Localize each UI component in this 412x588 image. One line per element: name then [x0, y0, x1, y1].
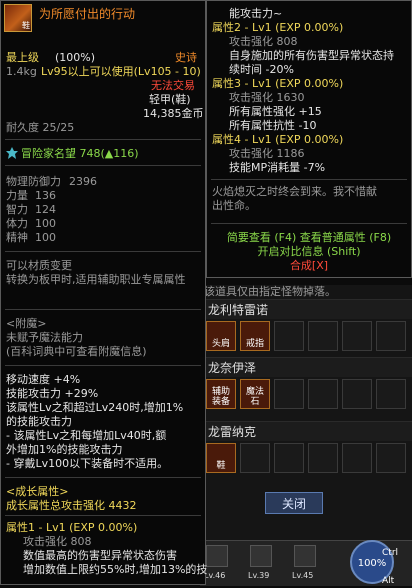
empty-slot[interactable] [376, 443, 406, 473]
divider [5, 365, 201, 366]
equipment-slot[interactable]: 魔法石 [240, 379, 270, 409]
set-name: 龙奈伊泽 [200, 357, 412, 377]
stat-value: 100 [35, 217, 56, 230]
effect-line: 的技能攻击力 [6, 415, 72, 428]
empty-slot[interactable] [308, 321, 338, 351]
divider [5, 139, 201, 140]
stat-name: 体力 [6, 217, 28, 230]
hotkey-hint: 开启对比信息 (Shift) [257, 245, 361, 258]
enchant-text: (百科词典中可查看附魔信息) [6, 345, 147, 358]
empty-slot[interactable] [342, 443, 372, 473]
fame-icon [6, 147, 18, 159]
divider [5, 309, 201, 310]
attr4-atk: 攻击强化 1186 [229, 147, 305, 160]
empty-slot[interactable] [308, 443, 338, 473]
growth-attr1-atk: 攻击强化 808 [23, 535, 92, 548]
effect-line: 技能攻击力 +29% [6, 387, 99, 400]
item-level-pct: (100%) [55, 51, 96, 64]
empty-slot[interactable] [274, 443, 304, 473]
flavor-text: 出性命。 [212, 199, 256, 212]
skill-slot[interactable] [250, 545, 272, 567]
growth-total: 成长属性总攻击强化 4432 [6, 499, 137, 512]
empty-slot[interactable] [376, 321, 406, 351]
divider [5, 165, 201, 166]
attr4-desc: 技能MP消耗量 -7% [229, 161, 326, 174]
empty-slot[interactable] [342, 379, 372, 409]
empty-slot[interactable] [342, 321, 372, 351]
attr3-title: 属性3 - Lv1 (EXP 0.00%) [212, 77, 344, 90]
item-type: 轻甲(鞋) [149, 93, 191, 106]
drop-note: 该道具仅由指定怪物掉落。 [204, 285, 336, 298]
empty-slot[interactable] [274, 321, 304, 351]
durability: 耐久度 25/25 [6, 121, 75, 134]
attr2-atk: 攻击强化 808 [229, 35, 298, 48]
alt-key-label: Alt [382, 576, 395, 586]
equipment-slot[interactable]: 鞋 [206, 443, 236, 473]
attr2-title: 属性2 - Lv1 (EXP 0.00%) [212, 21, 344, 34]
stat-value: 2396 [69, 175, 97, 188]
empty-slot[interactable] [240, 443, 270, 473]
attr2-desc: 续时间 -20% [229, 63, 294, 76]
attr4-title: 属性4 - Lv1 (EXP 0.00%) [212, 133, 344, 146]
growth-header: <成长属性> [6, 485, 69, 498]
untradeable-tag: 无法交易 [151, 79, 195, 92]
item-requirement: Lv95以上可以使用(Lv105 - 10) [41, 65, 201, 78]
item-price: 14,385金币 [143, 107, 204, 120]
effect-line: - 穿戴Lv100以下装备时不适用。 [6, 457, 169, 470]
attr2-desc: 自身施加的所有伤害型异常状态持 [229, 49, 394, 62]
compare-tooltip: 能攻击力~ 属性2 - Lv1 (EXP 0.00%) 攻击强化 808 自身施… [206, 0, 412, 278]
convertible-note: 可以材质变更 [6, 259, 72, 272]
convert-desc: 转换为板甲时,适用辅助职业专属属性 [6, 273, 186, 286]
item-level: 最上级 [6, 51, 39, 64]
attr3-atk: 攻击强化 1630 [229, 91, 305, 104]
empty-slot[interactable] [308, 379, 338, 409]
stat-value: 124 [35, 203, 56, 216]
growth-attr1-desc: 数值最高的伤害型异常状态伤害 [23, 549, 177, 562]
effect-line: 外增加1%的技能攻击力 [6, 443, 123, 456]
effect-line: 移动速度 +4% [6, 373, 81, 386]
set-name: 龙利特雷诺 [200, 299, 412, 319]
stat-name: 力量 [6, 189, 28, 202]
stat-name: 物理防御力 [6, 175, 61, 188]
divider [211, 179, 407, 180]
item-grade: 史诗 [175, 51, 197, 64]
growth-attr1-title: 属性1 - Lv1 (EXP 0.00%) [6, 521, 138, 534]
combine-hint: 合成[X] [289, 259, 329, 272]
enchant-header: <附魔> [6, 317, 47, 330]
boots-icon: 鞋 [4, 4, 32, 32]
equipment-slot[interactable]: 辅助装备 [206, 379, 236, 409]
divider [211, 223, 407, 224]
enchant-text: 未赋予魔法能力 [6, 331, 83, 344]
hotkey-hint: 简要查看 (F4) 查看普通属性 (F8) [226, 231, 392, 244]
item-name: 为所愿付出的行动 [39, 7, 136, 21]
skill-slot[interactable] [206, 545, 228, 567]
flavor-text: 火焰熄灭之时终会到来。我不惜献 [212, 185, 377, 198]
adventurer-fame: 冒险家名望 748(▲116) [21, 147, 139, 160]
divider [5, 477, 201, 478]
stat-value: 136 [35, 189, 56, 202]
stat-name: 精神 [6, 231, 28, 244]
attr3-desc: 所有属性抗性 -10 [229, 119, 317, 132]
divider [5, 251, 201, 252]
effect-line: - 该属性Lv之和每增加Lv40时,额 [6, 429, 167, 442]
growth-attr1-desc: 增加数值上限约55%时,增加13%的技 [23, 563, 208, 576]
equipment-slot[interactable]: 头肩 [206, 321, 236, 351]
empty-slot[interactable] [376, 379, 406, 409]
set-name: 龙雷纳克 [200, 421, 412, 441]
empty-slot[interactable] [274, 379, 304, 409]
item-weight: 1.4kg [6, 65, 37, 78]
item-tooltip: 鞋 为所愿付出的行动 最上级 (100%) 史诗 1.4kg Lv95以上可以使… [0, 0, 208, 585]
effect-line: 该属性Lv之和超过Lv240时,增加1% [6, 401, 184, 414]
stat-name: 智力 [6, 203, 28, 216]
close-button[interactable]: 关闭 [265, 492, 323, 514]
stat-value: 100 [35, 231, 56, 244]
skill-level: Lv.45 [292, 571, 314, 580]
cont-line: 能攻击力~ [229, 7, 283, 20]
ctrl-key-label: Ctrl [382, 548, 399, 558]
skill-level: Lv.39 [248, 571, 270, 580]
skill-slot[interactable] [294, 545, 316, 567]
attr3-desc: 所有属性强化 +15 [229, 105, 322, 118]
divider [5, 515, 201, 516]
equipment-slot[interactable]: 戒指 [240, 321, 270, 351]
